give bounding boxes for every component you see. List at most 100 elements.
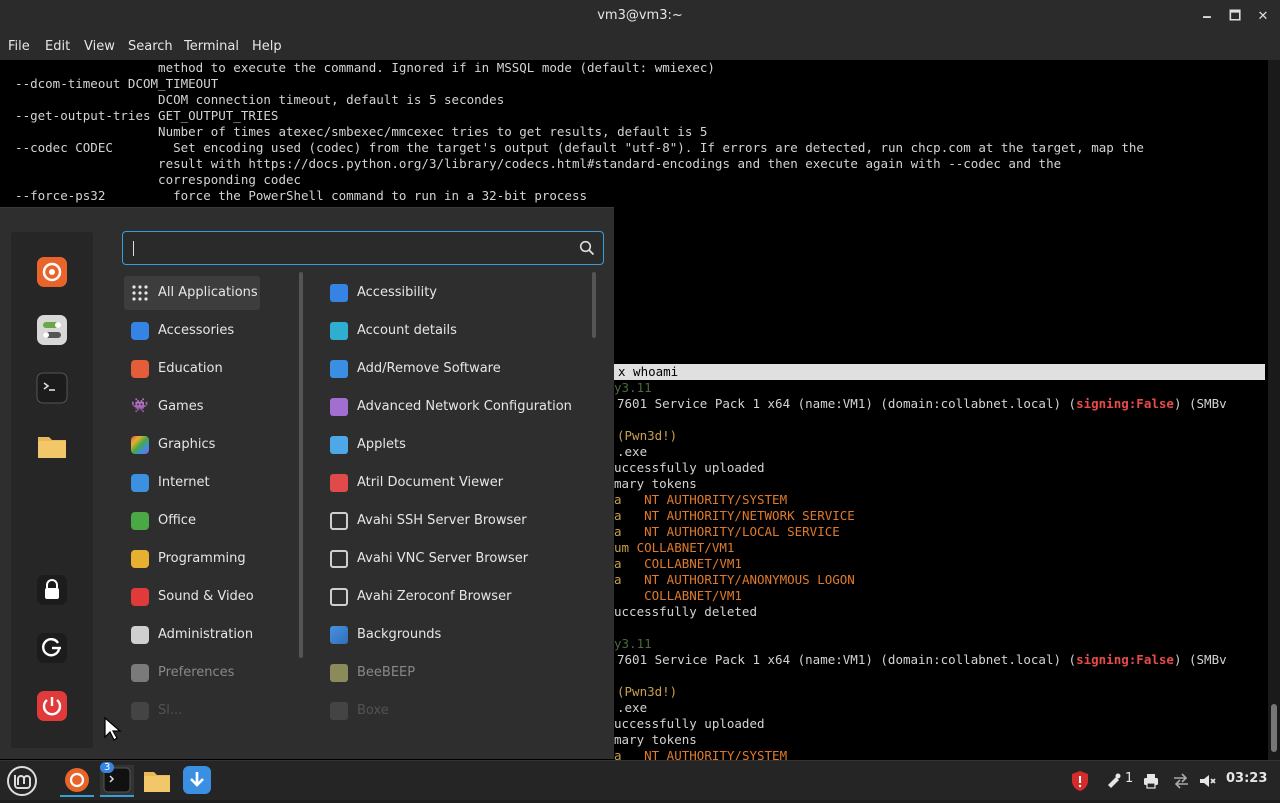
category-label: Accessories — [158, 323, 235, 338]
term-smb-line: 7601 Service Pack 1 x64 (name:VM1) (doma… — [617, 396, 1227, 412]
taskbar-terminal[interactable]: 3 — [100, 762, 134, 797]
term-token-value: NT AUTHORITY/SYSTEM — [644, 748, 788, 760]
printer-icon[interactable] — [1142, 772, 1160, 790]
start-menu-button[interactable] — [4, 763, 40, 799]
palette-icon — [131, 436, 149, 454]
folder-icon — [144, 772, 170, 792]
text-caret — [133, 241, 134, 256]
category-sound-video[interactable]: Sound & Video — [124, 580, 260, 614]
scrollbar-thumb[interactable] — [1271, 704, 1277, 752]
category-label: Administration — [158, 627, 254, 642]
term-line: --get-output-tries GET_OUTPUT_TRIES — [0, 108, 279, 123]
category-label: Office — [158, 513, 196, 528]
app-avahi-zeroconf[interactable]: Avahi Zeroconf Browser — [324, 580, 590, 614]
category-internet[interactable]: Internet — [124, 466, 260, 500]
term-deleted: uccessfully deleted — [614, 604, 757, 619]
clock[interactable]: 03:23 — [1226, 771, 1267, 786]
category-places[interactable]: Sl... — [124, 694, 260, 728]
app-label: Backgrounds — [357, 627, 442, 642]
fav-files[interactable] — [35, 429, 69, 463]
category-programming[interactable]: Programming — [124, 542, 260, 576]
category-divider — [299, 272, 303, 658]
app-applets[interactable]: Applets — [324, 428, 590, 462]
window-title: vm3@vm3:~ — [597, 8, 683, 23]
mint-logo-icon — [7, 766, 37, 796]
category-office[interactable]: Office — [124, 504, 260, 538]
minimize-button[interactable]: 🗕 — [1197, 7, 1217, 27]
category-list: All Applications Accessories Education 👾… — [122, 272, 297, 732]
terminal-menubar: File Edit View Search Terminal Help — [0, 34, 1280, 60]
fav-logout[interactable] — [35, 631, 69, 665]
close-button[interactable]: ✕ — [1253, 7, 1273, 27]
term-token-row: a NT AUTHORITY/LOCAL SERVICE — [614, 524, 840, 540]
term-token-value: COLLABNET/VM1 — [636, 540, 735, 555]
menu-help[interactable]: Help — [252, 39, 282, 54]
term-token-prefix: um — [614, 540, 637, 555]
window-titlebar[interactable]: vm3@vm3:~ 🗕 🗖 ✕ — [0, 0, 1280, 34]
app-account-details[interactable]: Account details — [324, 314, 590, 348]
category-games[interactable]: 👾 Games — [124, 390, 260, 424]
category-all-applications[interactable]: All Applications — [124, 276, 260, 310]
app-label: Advanced Network Configuration — [357, 399, 572, 414]
menu-edit[interactable]: Edit — [45, 39, 70, 54]
app-avahi-vnc[interactable]: Avahi VNC Server Browser — [324, 542, 590, 576]
term-token-prefix: a — [614, 556, 645, 571]
app-beebeep[interactable]: BeeBEEP — [324, 656, 590, 690]
download-icon — [330, 360, 348, 378]
menu-view[interactable]: View — [84, 39, 115, 54]
fav-shutdown[interactable] — [35, 689, 69, 723]
terminal-scrollbar[interactable] — [1268, 60, 1280, 760]
taskbar-files[interactable] — [140, 765, 174, 797]
category-graphics[interactable]: Graphics — [124, 428, 260, 462]
app-label: Boxe — [357, 703, 389, 718]
play-icon — [131, 588, 149, 606]
category-accessories[interactable]: Accessories — [124, 314, 260, 348]
app-accessibility[interactable]: Accessibility — [324, 276, 590, 310]
menu-search[interactable]: Search — [128, 39, 173, 54]
application-scrollbar[interactable] — [592, 272, 596, 338]
app-backgrounds[interactable]: Backgrounds — [324, 618, 590, 652]
taskbar: 3 1 03:23 — [0, 760, 1280, 800]
category-administration[interactable]: Administration — [124, 618, 260, 652]
term-line: method to execute the command. Ignored i… — [0, 60, 715, 75]
maximize-icon: 🗖 — [1228, 9, 1242, 24]
download-icon — [183, 766, 211, 794]
notifications-icon[interactable] — [1104, 772, 1122, 790]
fav-lock[interactable] — [35, 573, 69, 607]
app-atril[interactable]: Atril Document Viewer — [324, 466, 590, 500]
grid-icon — [132, 285, 148, 301]
backgrounds-icon — [330, 626, 348, 644]
category-education[interactable]: Education — [124, 352, 260, 386]
menu-file[interactable]: File — [8, 39, 30, 54]
minimize-icon: 🗕 — [1202, 9, 1212, 24]
menu-search-box[interactable] — [122, 231, 604, 265]
term-token-row: a NT AUTHORITY/NETWORK SERVICE — [614, 508, 855, 524]
fav-settings[interactable] — [35, 313, 69, 347]
notification-count: 1 — [1125, 771, 1134, 786]
application-list[interactable]: Accessibility Account details Add/Remove… — [322, 272, 592, 732]
taskbar-firefox[interactable] — [60, 765, 94, 797]
category-preferences[interactable]: Preferences — [124, 656, 260, 690]
monitor-icon — [330, 512, 348, 530]
app-boxes[interactable]: Boxe — [324, 694, 590, 728]
scissors-icon — [131, 322, 149, 340]
maximize-button[interactable]: 🗖 — [1225, 7, 1245, 27]
term-signing-value: False — [1136, 652, 1174, 667]
term-os-info: 7601 Service Pack 1 x64 (name:VM1) (doma… — [617, 396, 1077, 411]
app-advanced-network[interactable]: Advanced Network Configuration — [324, 390, 590, 424]
folder-icon — [38, 437, 66, 458]
taskbar-update-manager[interactable] — [180, 765, 214, 797]
bee-icon — [330, 664, 348, 682]
category-label: Internet — [158, 475, 210, 490]
term-token-row: a NT AUTHORITY/SYSTEM — [614, 748, 787, 760]
volume-muted-icon[interactable] — [1198, 772, 1216, 790]
network-disconnected-icon[interactable] — [1172, 772, 1190, 790]
term-line: DCOM connection timeout, default is 5 se… — [0, 92, 505, 107]
fav-firefox[interactable] — [35, 255, 69, 289]
term-token-value: COLLABNET/VM1 — [644, 588, 742, 603]
shield-icon[interactable] — [1070, 770, 1090, 792]
fav-terminal[interactable] — [35, 371, 69, 405]
app-add-remove-software[interactable]: Add/Remove Software — [324, 352, 590, 386]
menu-terminal[interactable]: Terminal — [184, 39, 239, 54]
app-avahi-ssh[interactable]: Avahi SSH Server Browser — [324, 504, 590, 538]
